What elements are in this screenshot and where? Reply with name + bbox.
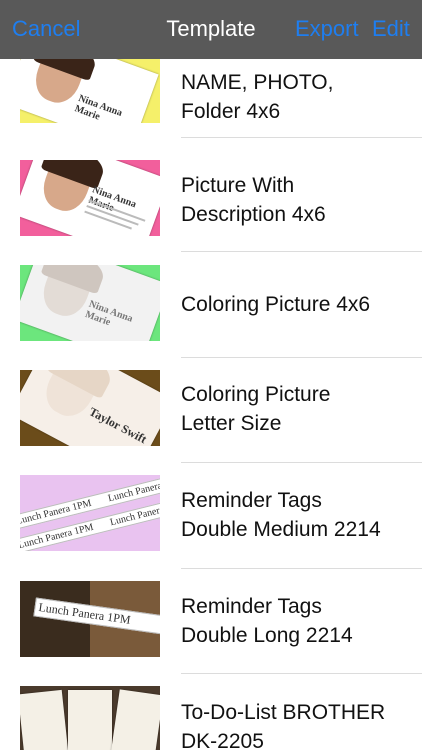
template-label: Picture With Description 4x6 [181, 174, 326, 226]
template-thumbnail: Lunch Panera 1PM [20, 581, 160, 657]
template-label: NAME, PHOTO, Folder 4x6 [181, 71, 334, 123]
template-thumbnail: Taylor Swift [20, 370, 160, 446]
export-button[interactable]: Export [295, 15, 359, 43]
template-row[interactable]: Nina Anna Marie Coloring Picture 4x6 [0, 252, 422, 358]
template-thumbnail: Nina Anna Marie [20, 265, 160, 341]
template-thumbnail: Lunch Panera 1PM Lunch Panera 1PM Lunch … [20, 475, 160, 551]
template-row[interactable]: To-Do-List BROTHER DK-2205 [0, 673, 422, 750]
edit-button[interactable]: Edit [372, 15, 410, 43]
template-thumbnail: Nina Anna Marie [20, 160, 160, 236]
template-label: To-Do-List BROTHER DK-2205 [181, 701, 386, 750]
template-list: Nina Anna Marie NAME, PHOTO, Folder 4x6 … [0, 59, 422, 750]
template-row[interactable]: Nina Anna Marie Picture With Description… [0, 146, 422, 252]
template-thumbnail [20, 686, 160, 750]
template-label: Coloring Picture Letter Size [181, 383, 331, 435]
template-thumbnail: Nina Anna Marie [20, 59, 160, 123]
template-row[interactable]: Lunch Panera 1PM Reminder Tags Double Lo… [0, 568, 422, 674]
template-row[interactable]: Taylor Swift Coloring Picture Letter Siz… [0, 357, 422, 463]
page-title: Template [166, 16, 256, 41]
row-divider [181, 137, 422, 138]
template-row[interactable]: Nina Anna Marie NAME, PHOTO, Folder 4x6 [0, 59, 422, 138]
template-label: Reminder Tags Double Medium 2214 [181, 489, 381, 541]
template-label: Coloring Picture 4x6 [181, 293, 371, 316]
template-row[interactable]: Lunch Panera 1PM Lunch Panera 1PM Lunch … [0, 463, 422, 569]
template-label: Reminder Tags Double Long 2214 [181, 595, 353, 647]
navigation-bar: Cancel Template Export Edit [0, 0, 422, 59]
